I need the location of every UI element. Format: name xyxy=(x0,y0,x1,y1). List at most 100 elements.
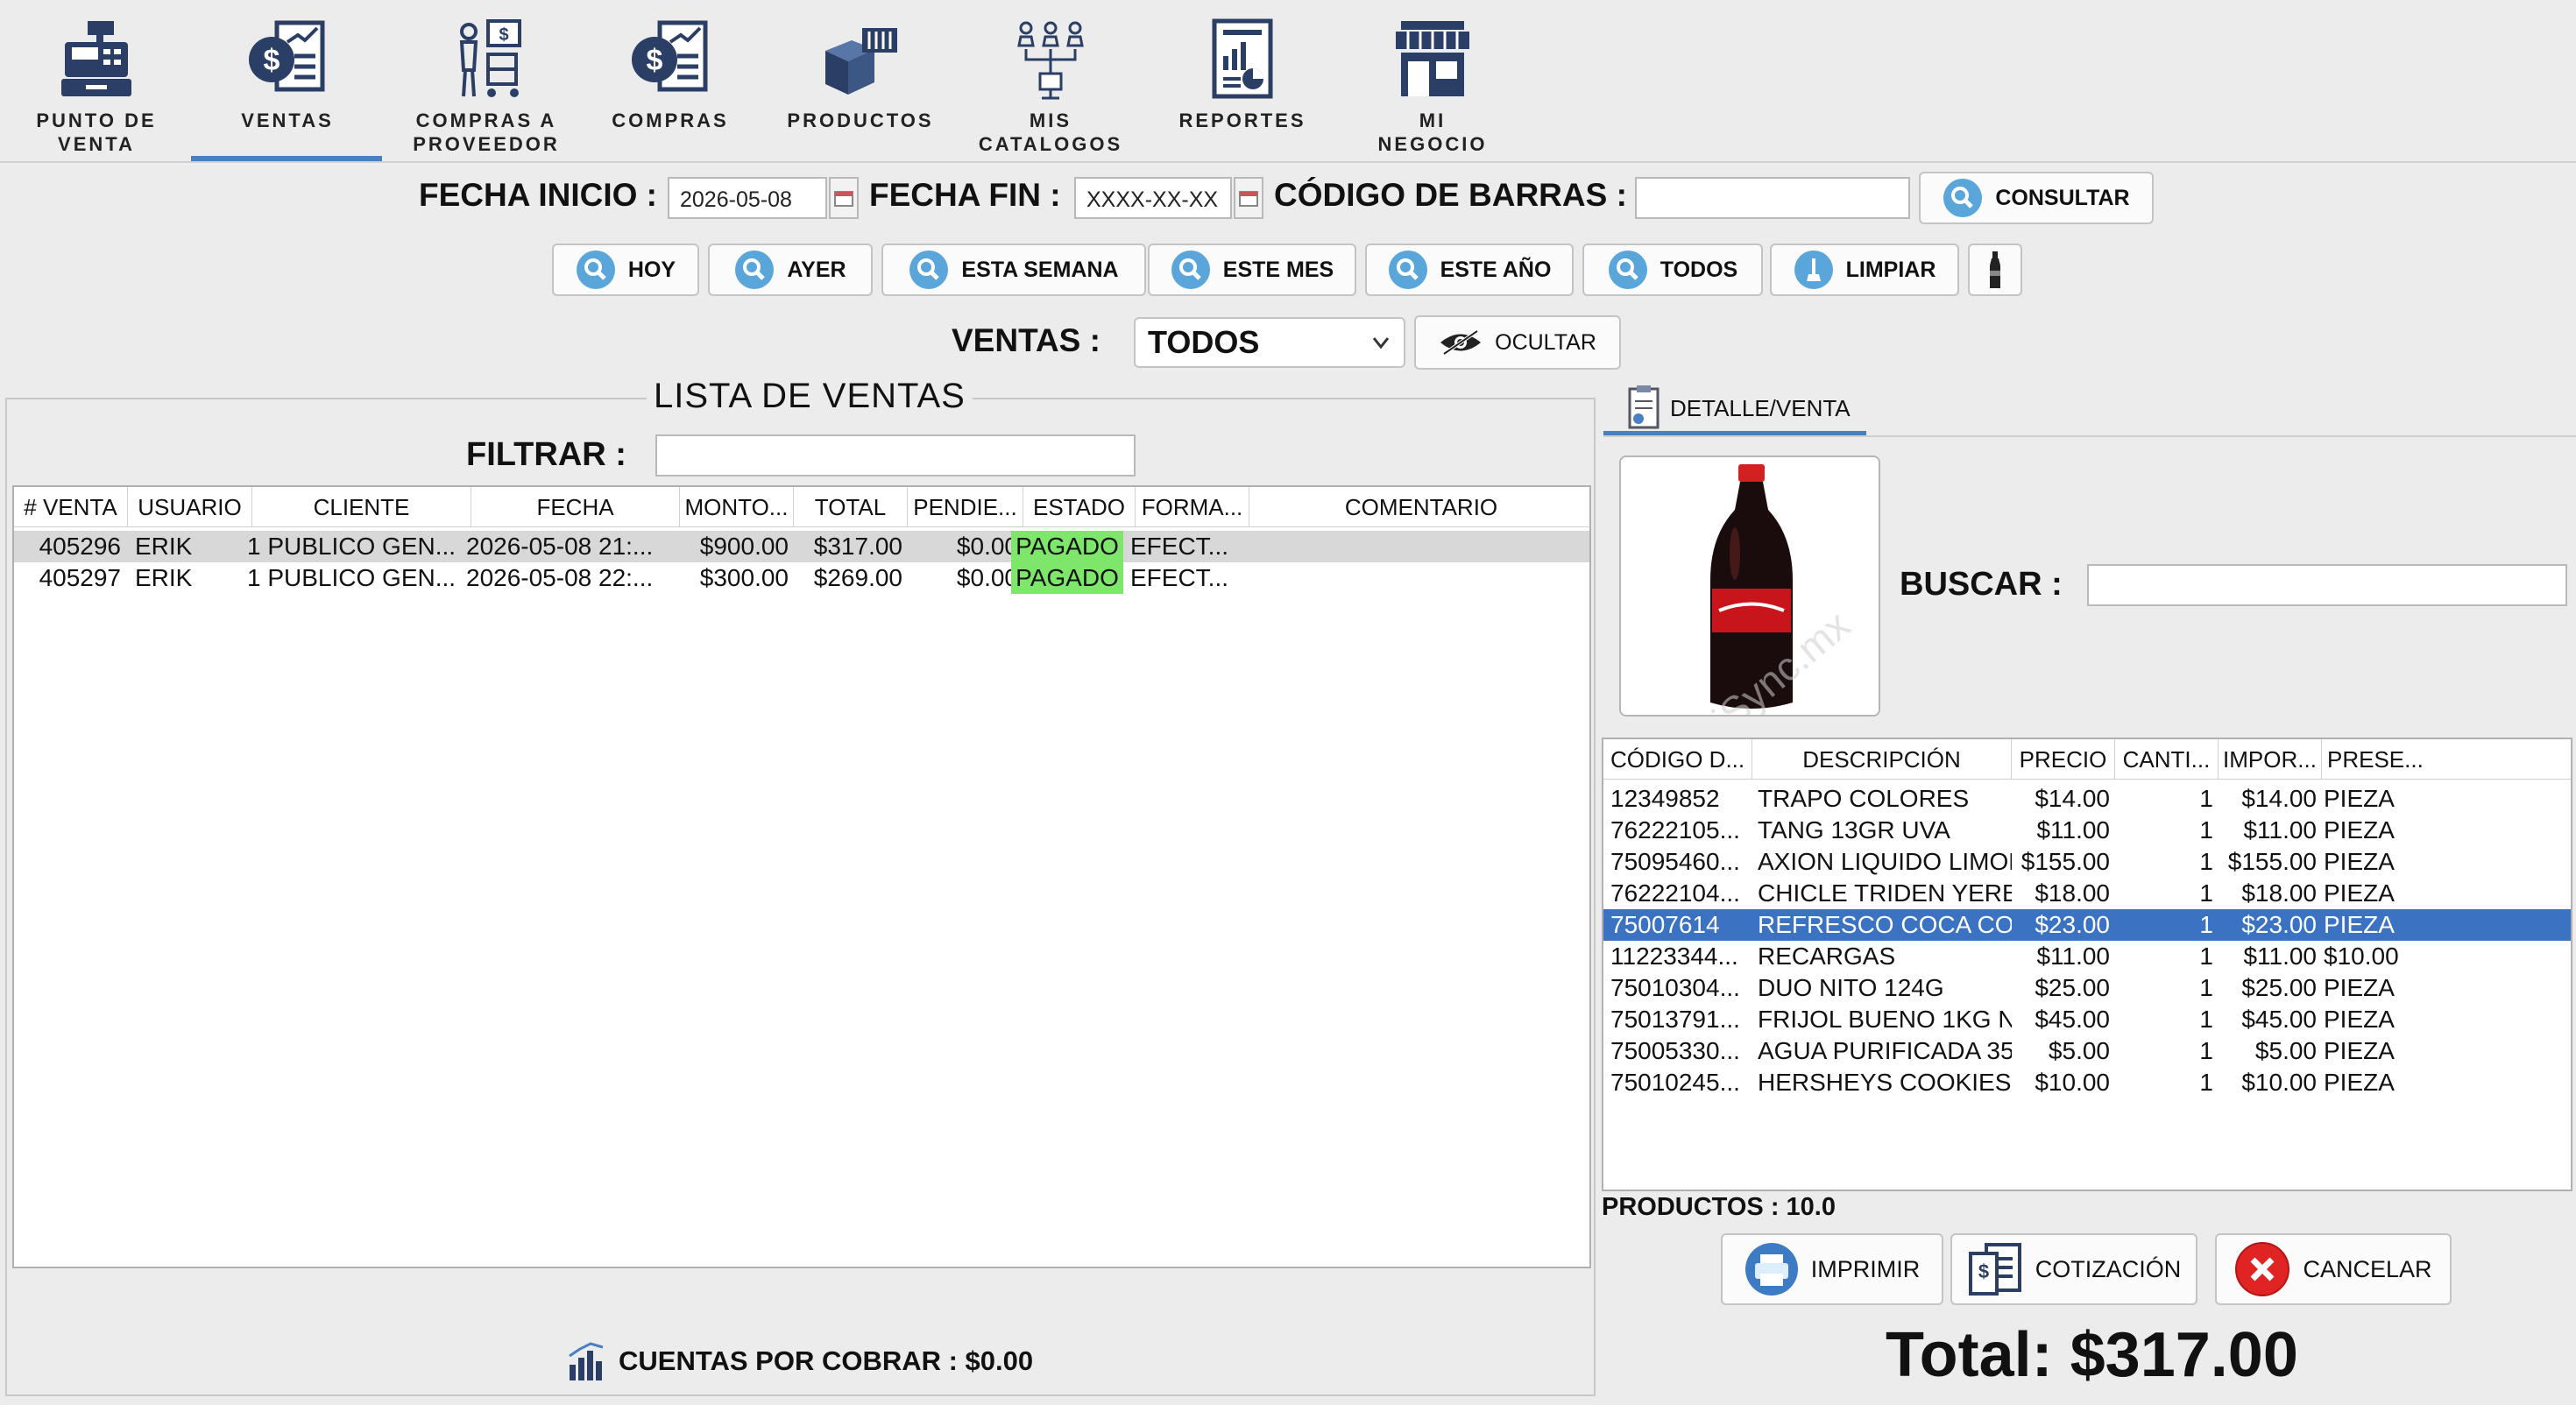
cotizacion-button[interactable]: $ COTIZACIÓN xyxy=(1950,1233,2197,1305)
este-ano-button[interactable]: ESTE AÑO xyxy=(1365,244,1574,296)
pendiente: $0.00 xyxy=(956,564,1018,591)
fecha-fin-field[interactable]: XXXX-XX-XX xyxy=(1074,177,1232,219)
precio: $155.00 xyxy=(2020,848,2110,875)
nav-mis-catalogos[interactable]: MIS CATALOGOS xyxy=(971,0,1130,163)
table-row[interactable]: 11223344... RECARGAS $11.00 1 $11.00 $10.00 xyxy=(1603,941,2571,972)
column-header[interactable]: MONTO... xyxy=(680,487,794,527)
descripcion: TRAPO COLORES xyxy=(1758,785,1970,812)
table-row[interactable]: 12349852 TRAPO COLORES $14.00 1 $14.00 PIEZA xyxy=(1603,783,2571,815)
esta-semana-button[interactable]: ESTA SEMANA xyxy=(881,244,1146,296)
ayer-button[interactable]: AYER xyxy=(708,244,873,296)
este-mes-button[interactable]: ESTE MES xyxy=(1148,244,1356,296)
nav-punto-de-venta[interactable]: PUNTO DE VENTA xyxy=(18,0,175,163)
status-badge: PAGADO xyxy=(1011,531,1123,562)
bottle-icon xyxy=(1990,251,2000,288)
nav-compras-a-proveedor[interactable]: $ COMPRAS A PROVEEDOR xyxy=(394,0,578,163)
ventas-table-header: # VENTA USUARIO CLIENTE FECHA MONTO... T… xyxy=(14,487,1589,527)
usuario: ERIK xyxy=(135,564,193,591)
precio: $11.00 xyxy=(2036,816,2110,844)
presentacion: PIEZA xyxy=(2324,911,2395,938)
venta-id: 405296 xyxy=(39,533,121,560)
column-header[interactable]: CANTI... xyxy=(2115,739,2219,780)
codigo: 75095460... xyxy=(1610,848,1740,875)
nav-mi-negocio[interactable]: MI NEGOCIO xyxy=(1349,0,1516,163)
nav-label: REPORTES xyxy=(1178,109,1306,131)
coca-cola-bottle-image: iSync.mx xyxy=(1621,457,1879,715)
nav-compras[interactable]: $ COMPRAS xyxy=(596,0,745,163)
table-row[interactable]: 75010304... DUO NITO 124G $25.00 1 $25.00 PIE… xyxy=(1603,972,2571,1004)
svg-text:$: $ xyxy=(264,44,280,77)
tab-detalle-venta[interactable]: DETALLE/VENTA xyxy=(1623,380,1866,436)
forma-pago: EFECT... xyxy=(1130,533,1229,560)
column-header[interactable]: FECHA xyxy=(471,487,680,527)
table-row[interactable]: 75010245... HERSHEYS COOKIES N CREME ... $… xyxy=(1603,1067,2571,1098)
nav-reportes[interactable]: REPORTES xyxy=(1162,0,1323,163)
ocultar-button[interactable]: OCULTAR xyxy=(1414,315,1621,370)
search-icon xyxy=(1388,251,1427,289)
column-header[interactable]: PRESE... xyxy=(2322,739,2571,780)
broom-icon xyxy=(1794,251,1833,289)
filtrar-input[interactable] xyxy=(655,434,1136,477)
imprimir-button[interactable]: IMPRIMIR xyxy=(1721,1233,1943,1305)
column-header[interactable]: TOTAL xyxy=(794,487,908,527)
monto: $300.00 xyxy=(699,564,789,591)
monto: $900.00 xyxy=(699,533,789,560)
todos-button[interactable]: TODOS xyxy=(1582,244,1763,296)
descripcion: DUO NITO 124G xyxy=(1758,974,1944,1001)
fecha-inicio-field[interactable]: 2026-05-08 xyxy=(668,177,827,219)
descripcion: HERSHEYS COOKIES N CREME ... xyxy=(1758,1069,2012,1096)
column-header[interactable]: COMENTARIO xyxy=(1249,487,1589,527)
table-row[interactable]: 76222105... TANG 13GR UVA $11.00 1 $11.00 PIE… xyxy=(1603,815,2571,846)
codigo: 12349852 xyxy=(1610,785,1720,812)
codigo-barras-input[interactable] xyxy=(1635,177,1910,219)
table-row[interactable]: 405297 ERIK 1 PUBLICO GEN... 2026-05-08 … xyxy=(14,562,1589,594)
column-header[interactable]: CÓDIGO D... xyxy=(1603,739,1752,780)
sales-document-icon: $ xyxy=(249,20,325,92)
product-image: iSync.mx xyxy=(1619,455,1880,717)
todos-label: TODOS xyxy=(1660,257,1738,282)
table-row[interactable]: 75013791... FRIJOL BUENO 1KG NEGRO $45.00 1… xyxy=(1603,1004,2571,1035)
column-header[interactable]: FORMA... xyxy=(1136,487,1249,527)
column-header[interactable]: # VENTA xyxy=(14,487,128,527)
importe: $11.00 xyxy=(2243,943,2317,970)
table-row[interactable]: 75007614 REFRESCO COCA COLA 600ML $23.00 1 $… xyxy=(1603,909,2571,941)
column-header[interactable]: IMPOR... xyxy=(2219,739,2322,780)
buscar-input[interactable] xyxy=(2087,564,2567,606)
importe: $45.00 xyxy=(2241,1006,2317,1033)
importe: $5.00 xyxy=(2254,1037,2317,1064)
hide-eye-icon xyxy=(1440,329,1482,356)
limpiar-button[interactable]: LIMPIAR xyxy=(1770,244,1959,296)
presentacion: PIEZA xyxy=(2324,848,2395,875)
cantidad: 1 xyxy=(2199,911,2213,938)
table-row[interactable]: 76222104... CHICLE TRIDEN YERBABUENA ... $… xyxy=(1603,878,2571,909)
precio: $14.00 xyxy=(2035,785,2110,812)
nav-ventas[interactable]: $ VENTAS xyxy=(200,0,375,163)
nav-divider xyxy=(0,161,2576,163)
table-row[interactable]: 75005330... AGUA PURIFICADA 355ML. ME... $… xyxy=(1603,1035,2571,1067)
forma-pago: EFECT... xyxy=(1130,564,1229,591)
hoy-button[interactable]: HOY xyxy=(552,244,699,296)
column-header[interactable]: ESTADO xyxy=(1023,487,1136,527)
cancelar-button[interactable]: CANCELAR xyxy=(2215,1233,2452,1305)
comentario xyxy=(1251,562,1589,594)
column-header[interactable]: PRECIO xyxy=(2012,739,2115,780)
product-filter-button[interactable] xyxy=(1968,244,2022,296)
nav-productos[interactable]: PRODUCTOS xyxy=(775,0,946,163)
productos-count: PRODUCTOS : 10.0 xyxy=(1602,1193,1836,1221)
codigo: 11223344... xyxy=(1610,943,1738,970)
calendar-icon[interactable] xyxy=(829,177,859,219)
ventas-select-value: TODOS xyxy=(1148,324,1260,360)
cuentas-por-cobrar: CUENTAS POR COBRAR : $0.00 xyxy=(564,1338,1033,1384)
ventas-select[interactable]: TODOS xyxy=(1134,317,1405,368)
column-header[interactable]: DESCRIPCIÓN xyxy=(1752,739,2012,780)
ventas-table: # VENTA USUARIO CLIENTE FECHA MONTO... T… xyxy=(12,485,1591,1268)
consultar-button[interactable]: CONSULTAR xyxy=(1919,172,2154,224)
tab-divider xyxy=(1603,435,2576,437)
calendar-icon[interactable] xyxy=(1234,177,1263,219)
table-row[interactable]: 75095460... AXION LIQUIDO LIMON 900ML $155… xyxy=(1603,846,2571,878)
svg-text:$: $ xyxy=(1978,1260,1989,1282)
column-header[interactable]: CLIENTE xyxy=(252,487,471,527)
column-header[interactable]: USUARIO xyxy=(128,487,252,527)
column-header[interactable]: PENDIE... xyxy=(908,487,1023,527)
table-row[interactable]: 405296 ERIK 1 PUBLICO GEN... 2026-05-08 … xyxy=(14,531,1589,562)
